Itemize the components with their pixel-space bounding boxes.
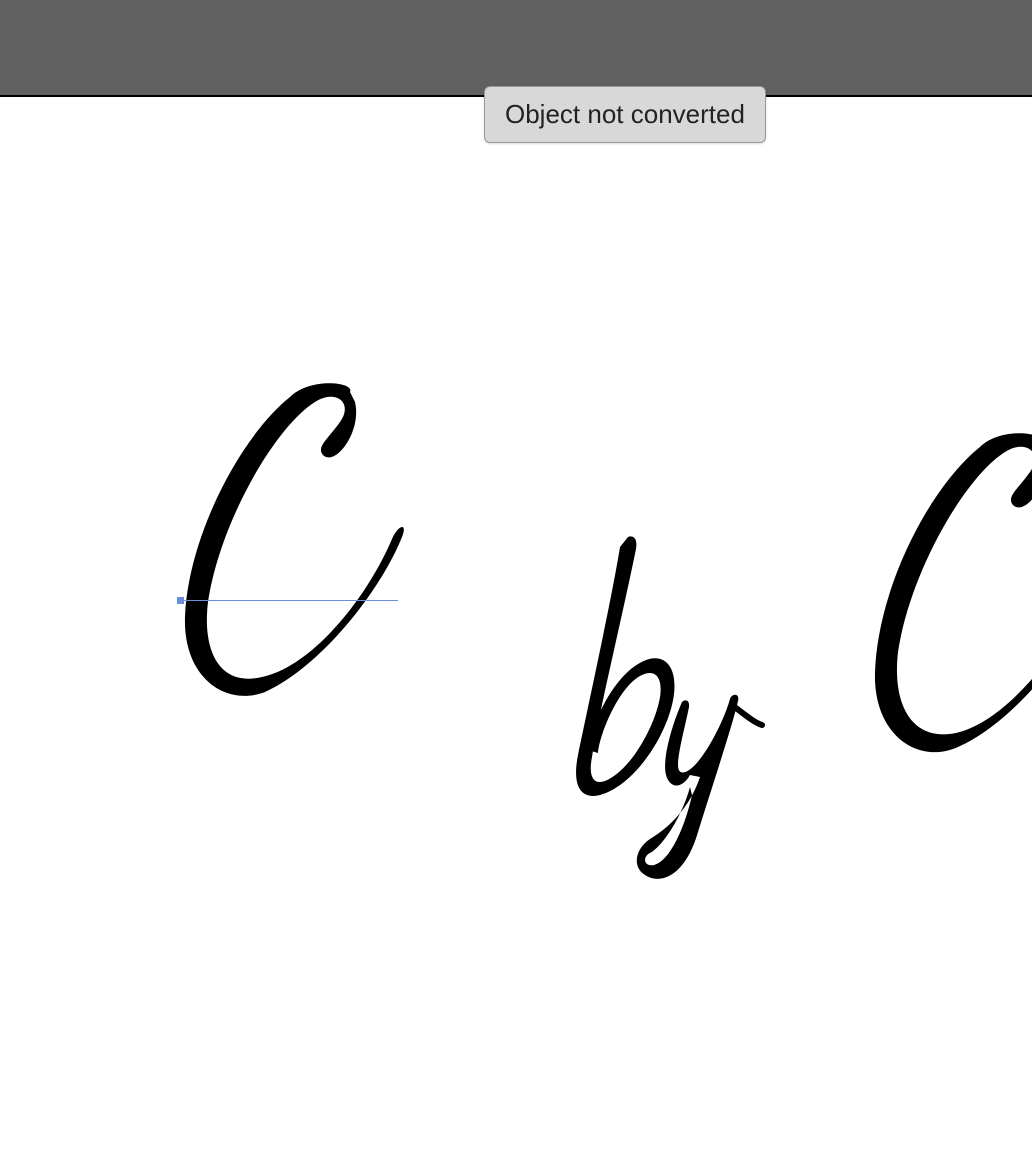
selection-guideline[interactable]: [180, 600, 398, 601]
glyph-c-1[interactable]: [140, 377, 440, 717]
tooltip-object-not-converted: Object not converted: [484, 86, 766, 143]
tooltip-text: Object not converted: [505, 99, 745, 129]
selection-handle[interactable]: [177, 597, 184, 604]
canvas[interactable]: Object not converted: [0, 97, 1032, 1160]
glyph-c-2[interactable]: [830, 427, 1032, 787]
glyph-by[interactable]: [550, 527, 770, 887]
toolbar: [0, 0, 1032, 97]
